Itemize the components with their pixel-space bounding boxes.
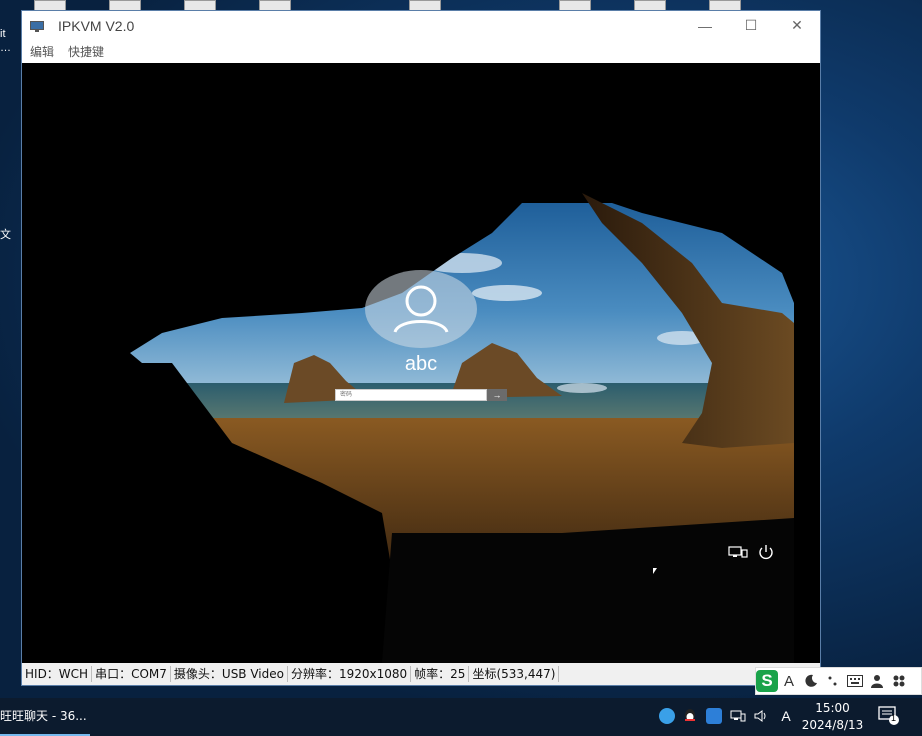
ipkvm-window: IPKVM V2.0 — ☐ ✕ 编辑 快捷键 abc 密码 → HID：WCH… xyxy=(21,10,821,686)
network-tray-icon[interactable] xyxy=(730,708,746,724)
volume-icon[interactable] xyxy=(753,708,769,724)
status-hid: HID：WCH xyxy=(22,666,93,682)
status-serial: 串口：COM7 xyxy=(92,666,171,682)
clock-time: 15:00 xyxy=(815,701,850,715)
monitor-icon xyxy=(30,20,44,32)
sogou-logo-icon[interactable]: S xyxy=(756,670,778,692)
notification-center-icon[interactable]: 1 xyxy=(878,706,899,725)
window-title: IPKVM V2.0 xyxy=(58,17,135,34)
remote-screen[interactable]: abc → xyxy=(22,63,820,663)
keyboard-icon[interactable] xyxy=(844,670,866,692)
submit-arrow-button[interactable]: → xyxy=(487,389,507,401)
desktop-edge-text: … xyxy=(0,42,11,54)
password-field[interactable] xyxy=(335,389,487,401)
letter-mode-icon[interactable]: A xyxy=(778,670,800,692)
status-camera: 摄像头：USB Video xyxy=(171,666,288,682)
status-framerate: 帧率：25 xyxy=(411,666,470,682)
menubar: 编辑 快捷键 xyxy=(22,40,820,63)
qq-icon[interactable] xyxy=(682,708,698,724)
close-button[interactable]: ✕ xyxy=(774,11,820,40)
punctuation-icon[interactable] xyxy=(822,670,844,692)
network-icon[interactable] xyxy=(728,545,748,559)
titlebar[interactable]: IPKVM V2.0 — ☐ ✕ xyxy=(22,11,820,40)
menu-edit[interactable]: 编辑 xyxy=(30,43,54,60)
ime-toolbar: S A xyxy=(755,667,922,695)
status-coords: 坐标(533,447) xyxy=(469,666,560,682)
taskbar-clock[interactable]: 15:00 2024/8/13 xyxy=(795,700,870,734)
user-avatar[interactable] xyxy=(365,270,477,348)
clock-date: 2024/8/13 xyxy=(801,718,864,732)
grid-icon[interactable] xyxy=(888,670,910,692)
input-mode-indicator[interactable]: A xyxy=(778,708,794,724)
notification-count: 1 xyxy=(891,713,897,723)
minimize-button[interactable]: — xyxy=(682,11,728,40)
status-bar: HID：WCH 串口：COM7 摄像头：USB Video 分辨率：1920x1… xyxy=(22,663,820,685)
taskbar: 旺旺聊天 - 36... A 15:00 2024/8/13 1 xyxy=(0,698,922,736)
menu-shortcuts[interactable]: 快捷键 xyxy=(68,43,104,60)
maximize-button[interactable]: ☐ xyxy=(728,11,774,40)
desktop-edge-text: it xyxy=(0,28,6,40)
power-icon[interactable] xyxy=(757,544,775,560)
taskbar-app-wangwang[interactable]: 旺旺聊天 - 36... xyxy=(0,698,90,736)
user-name: abc xyxy=(404,353,438,375)
tray-shield-icon[interactable] xyxy=(706,708,722,724)
mouse-cursor xyxy=(653,568,657,574)
user-icon[interactable] xyxy=(866,670,888,692)
desktop-edge-text: 文 xyxy=(0,229,11,241)
status-resolution: 分辨率：1920x1080 xyxy=(288,666,412,682)
tray-app-icon[interactable] xyxy=(659,708,675,724)
user-avatar-icon xyxy=(393,285,449,333)
moon-icon[interactable] xyxy=(800,670,822,692)
